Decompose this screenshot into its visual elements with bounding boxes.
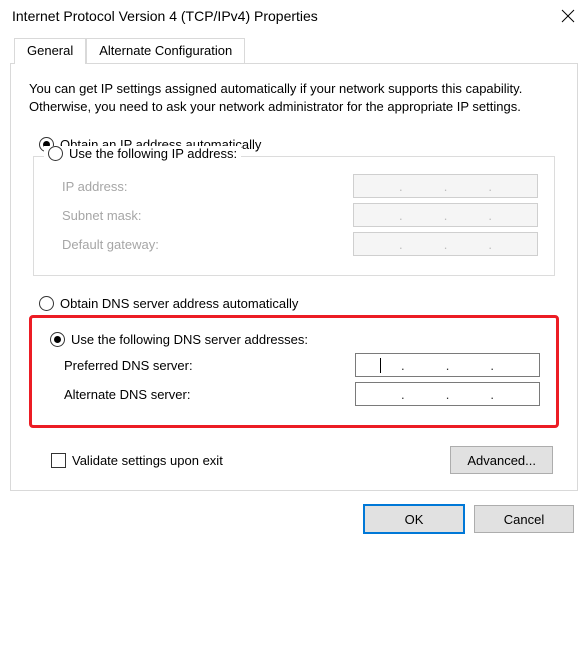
titlebar: Internet Protocol Version 4 (TCP/IPv4) P… — [0, 0, 588, 36]
field-preferred-dns: Preferred DNS server: ... — [64, 353, 540, 377]
text-cursor-icon — [380, 358, 381, 373]
group-ip-manual: Use the following IP address: IP address… — [33, 156, 555, 276]
checkbox-label: Validate settings upon exit — [72, 453, 223, 468]
radio-icon — [39, 296, 54, 311]
radio-label: Use the following IP address: — [69, 146, 237, 161]
default-gateway-input: ... — [353, 232, 538, 256]
radio-label: Obtain DNS server address automatically — [60, 296, 298, 311]
panel-footer: Validate settings upon exit Advanced... — [51, 446, 553, 474]
field-label: Subnet mask: — [62, 208, 142, 223]
intro-text: You can get IP settings assigned automat… — [29, 80, 559, 115]
field-label: IP address: — [62, 179, 128, 194]
radio-icon — [48, 146, 63, 161]
preferred-dns-input[interactable]: ... — [355, 353, 540, 377]
field-label: Preferred DNS server: — [64, 358, 193, 373]
field-label: Default gateway: — [62, 237, 159, 252]
advanced-button[interactable]: Advanced... — [450, 446, 553, 474]
field-label: Alternate DNS server: — [64, 387, 190, 402]
radio-dns-auto[interactable]: Obtain DNS server address automatically — [39, 296, 559, 311]
highlight-dns-section: Use the following DNS server addresses: … — [29, 315, 559, 428]
field-alternate-dns: Alternate DNS server: ... — [64, 382, 540, 406]
tab-general[interactable]: General — [14, 38, 86, 64]
checkbox-icon — [51, 453, 66, 468]
cancel-button[interactable]: Cancel — [474, 505, 574, 533]
tab-alternate-configuration[interactable]: Alternate Configuration — [86, 38, 245, 63]
group-dns-manual: Use the following DNS server addresses: … — [42, 326, 546, 406]
radio-ip-manual[interactable]: Use the following IP address: — [48, 146, 237, 161]
close-icon[interactable] — [558, 6, 578, 26]
radio-label: Use the following DNS server addresses: — [71, 332, 308, 347]
dialog-buttons: OK Cancel — [0, 491, 588, 533]
field-default-gateway: Default gateway: ... — [62, 232, 538, 256]
ok-button[interactable]: OK — [364, 505, 464, 533]
alternate-dns-input[interactable]: ... — [355, 382, 540, 406]
radio-dns-manual[interactable]: Use the following DNS server addresses: — [50, 332, 308, 347]
ip-address-input: ... — [353, 174, 538, 198]
field-subnet-mask: Subnet mask: ... — [62, 203, 538, 227]
radio-icon — [50, 332, 65, 347]
tab-panel-general: You can get IP settings assigned automat… — [10, 63, 578, 491]
field-ip-address: IP address: ... — [62, 174, 538, 198]
checkbox-validate-settings[interactable]: Validate settings upon exit — [51, 453, 223, 468]
tabstrip: General Alternate Configuration — [14, 36, 588, 63]
window-title: Internet Protocol Version 4 (TCP/IPv4) P… — [12, 8, 318, 24]
subnet-mask-input: ... — [353, 203, 538, 227]
